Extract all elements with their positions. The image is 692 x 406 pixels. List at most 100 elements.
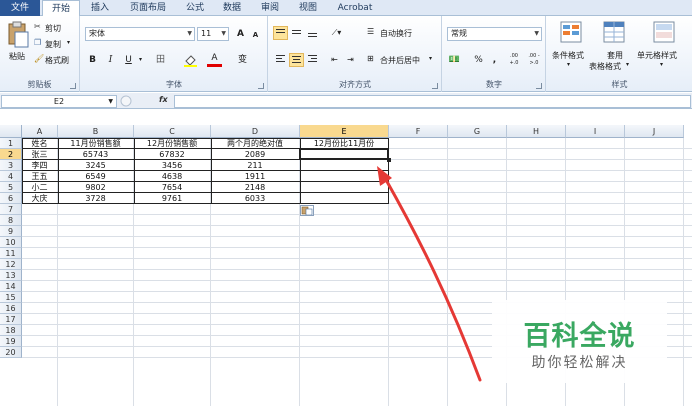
row-header-19[interactable]: 19 [0, 336, 22, 347]
align-middle-button[interactable] [289, 26, 304, 40]
currency-button[interactable]: 💵 [447, 53, 462, 67]
column-header-i[interactable]: I [566, 125, 625, 138]
align-center-button[interactable] [289, 53, 304, 67]
column-header-d[interactable]: D [211, 125, 300, 138]
row-header-20[interactable]: 20 [0, 347, 22, 358]
paste-button[interactable]: 粘贴 [4, 20, 30, 64]
column-header-j[interactable]: J [625, 125, 684, 138]
gridline-horizontal [22, 291, 692, 292]
watermark-subtitle: 助你轻松解决 [531, 355, 628, 371]
column-header-h[interactable]: H [507, 125, 566, 138]
tab-home[interactable]: 开始 [42, 0, 80, 17]
align-bottom-button[interactable] [305, 26, 320, 40]
cell-styles-button[interactable]: 单元格样式 ▾ [637, 20, 691, 70]
row-header-8[interactable]: 8 [0, 215, 22, 226]
border-button[interactable]: 田 [153, 53, 168, 67]
border-icon: 田 [155, 55, 165, 65]
active-cell[interactable] [299, 148, 389, 160]
select-all-corner[interactable] [0, 125, 22, 138]
align-center-icon [292, 56, 301, 63]
insert-function-button[interactable]: fx [159, 95, 168, 104]
column-header-a[interactable]: A [22, 125, 58, 138]
name-box[interactable]: E2 ▼ [1, 95, 117, 108]
number-launcher-icon[interactable] [536, 83, 542, 89]
watermark: 百科全说 助你轻松解决 [492, 300, 667, 383]
row-header-14[interactable]: 14 [0, 281, 22, 292]
tab-file[interactable]: 文件 [0, 0, 40, 16]
row-header-12[interactable]: 12 [0, 259, 22, 270]
clipboard-group: 粘贴 ✂ 剪切 ❐ 复制 ▾ 🖌 格式刷 剪贴板 [0, 16, 80, 92]
tab-review[interactable]: 审阅 [252, 0, 288, 16]
row-header-3[interactable]: 3 [0, 160, 22, 171]
formula-input[interactable] [174, 95, 691, 108]
row-header-17[interactable]: 17 [0, 314, 22, 325]
row-header-13[interactable]: 13 [0, 270, 22, 281]
font-name-combo[interactable]: 宋体 ▼ [85, 27, 195, 41]
tab-formulas[interactable]: 公式 [178, 0, 212, 16]
font-color-label: A [211, 53, 218, 63]
copy-dropdown-arrow[interactable]: ▾ [67, 39, 70, 46]
alignment-launcher-icon[interactable] [432, 83, 438, 89]
alignment-group: ⟋▾ ☰ 自动换行 ⇤ ⇥ ⊞ 合并后居中 ▾ 对齐方式 [269, 16, 442, 92]
fill-color-button[interactable] [183, 53, 198, 67]
decrease-decimal-button[interactable]: .00 ->.0 [525, 53, 543, 67]
percent-button[interactable]: % [471, 53, 486, 67]
gridline-horizontal [22, 258, 692, 259]
row-header-6[interactable]: 6 [0, 193, 22, 204]
cancel-circle-icon [120, 95, 132, 107]
number-format-combo[interactable]: 常规 ▼ [447, 27, 542, 41]
formula-bar: E2 ▼ fx [0, 93, 692, 109]
orientation-button[interactable]: ⟋▾ [329, 26, 344, 40]
row-header-9[interactable]: 9 [0, 226, 22, 237]
row-header-10[interactable]: 10 [0, 237, 22, 248]
row-header-1[interactable]: 1 [0, 138, 22, 149]
clipboard-launcher-icon[interactable] [70, 83, 76, 89]
italic-button[interactable]: I [103, 53, 118, 67]
underline-dropdown[interactable]: ▾ [133, 53, 148, 67]
increase-indent-button[interactable]: ⇥ [343, 53, 358, 67]
row-header-2[interactable]: 2 [0, 149, 22, 160]
font-size-combo[interactable]: 11 ▼ [197, 27, 229, 41]
align-right-button[interactable] [305, 53, 320, 67]
font-color-button[interactable]: A [207, 53, 222, 67]
decrease-indent-button[interactable]: ⇤ [327, 53, 342, 67]
row-header-4[interactable]: 4 [0, 171, 22, 182]
paste-options-button[interactable] [300, 205, 314, 216]
column-header-f[interactable]: F [389, 125, 448, 138]
row-header-16[interactable]: 16 [0, 303, 22, 314]
row-header-7[interactable]: 7 [0, 204, 22, 215]
tab-insert[interactable]: 插入 [82, 0, 118, 16]
align-right-icon [308, 55, 317, 62]
chevron-down-icon: ▼ [534, 30, 539, 37]
shrink-font-button[interactable]: A [248, 28, 263, 42]
tab-acrobat[interactable]: Acrobat [330, 0, 380, 16]
increase-decimal-button[interactable]: .00 +.0 [505, 53, 523, 67]
align-top-icon [276, 29, 285, 33]
orientation-icon: ⟋▾ [331, 28, 342, 37]
column-header-e[interactable]: E [300, 125, 389, 138]
column-header-b[interactable]: B [58, 125, 134, 138]
conditional-format-button[interactable]: 条件格式 ▾ [551, 20, 591, 70]
align-top-button[interactable] [273, 26, 288, 40]
chevron-down-icon: ▾ [626, 61, 630, 68]
merge-center-label: 合并后居中 [380, 56, 420, 65]
tab-view[interactable]: 视图 [290, 0, 326, 16]
wrap-text-icon: ☰ [367, 27, 375, 36]
align-left-button[interactable] [273, 53, 288, 67]
comma-button[interactable]: , [487, 53, 502, 67]
tab-page-layout[interactable]: 页面布局 [120, 0, 176, 16]
row-header-15[interactable]: 15 [0, 292, 22, 303]
tab-data[interactable]: 数据 [214, 0, 250, 16]
grow-font-button[interactable]: A [233, 27, 248, 41]
format-as-table-button[interactable]: 套用 表格格式 ▾ [589, 20, 635, 76]
phonetic-button[interactable]: 变 [235, 53, 250, 67]
font-launcher-icon[interactable] [258, 83, 264, 89]
column-header-g[interactable]: G [448, 125, 507, 138]
row-header-5[interactable]: 5 [0, 182, 22, 193]
column-header-c[interactable]: C [134, 125, 211, 138]
row-header-18[interactable]: 18 [0, 325, 22, 336]
row-header-11[interactable]: 11 [0, 248, 22, 259]
bold-button[interactable]: B [85, 53, 100, 67]
fill-handle[interactable] [387, 158, 391, 162]
chevron-down-icon: ▼ [221, 30, 226, 37]
